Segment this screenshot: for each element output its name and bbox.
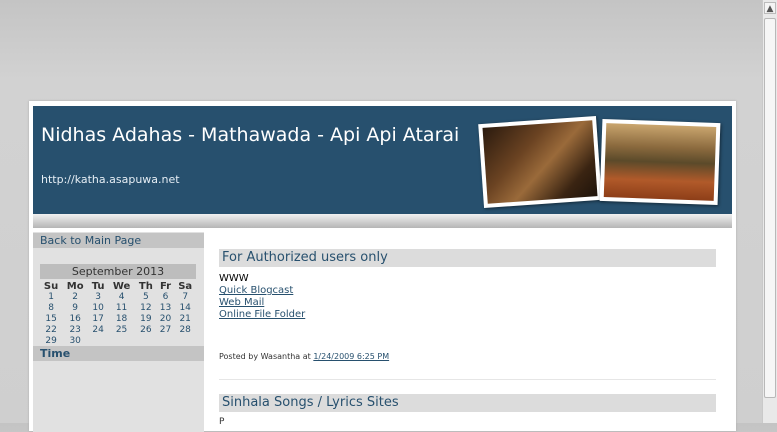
online-file-folder-link[interactable]: Online File Folder (219, 309, 305, 321)
calendar-day[interactable]: 27 (157, 325, 175, 336)
calendar-day[interactable]: 11 (108, 303, 135, 314)
calendar-day[interactable]: 28 (174, 325, 196, 336)
back-to-main-link[interactable]: Back to Main Page (33, 233, 204, 248)
calendar-week-row: 1234567 (40, 292, 196, 303)
scrollbar-thumb[interactable] (764, 18, 776, 398)
post-footer: Posted by Wasantha at 1/24/2009 6:25 PM (219, 352, 389, 361)
calendar-day[interactable]: 21 (174, 314, 196, 325)
calendar-weekday-row: Su Mo Tu We Th Fr Sa (40, 280, 196, 292)
calendar-day[interactable]: 12 (135, 303, 157, 314)
posted-by-text: Posted by Wasantha at (219, 352, 311, 361)
calendar-week-row: 15 16 17 18 19 20 21 (40, 314, 196, 325)
calendar-day[interactable]: 3 (88, 292, 108, 303)
header-divider-strip (33, 214, 732, 228)
post-timestamp-link[interactable]: 1/24/2009 6:25 PM (313, 352, 389, 361)
calendar-day[interactable]: 16 (62, 314, 88, 325)
calendar-weekday: Fr (159, 280, 172, 292)
blog-title: Nidhas Adahas - Mathawada - Api Api Atar… (41, 124, 460, 146)
calendar-day[interactable]: 17 (88, 314, 108, 325)
calendar-day[interactable]: 5 (135, 292, 157, 303)
calendar-week-row: 8 9 10 11 12 13 14 (40, 303, 196, 314)
web-mail-link[interactable]: Web Mail (219, 297, 305, 309)
post-title: For Authorized users only (219, 249, 716, 267)
header-photo-chair (599, 118, 721, 206)
calendar-weekday: Th (138, 280, 153, 292)
blog-page: Nidhas Adahas - Mathawada - Api Api Atar… (29, 101, 736, 432)
blog-header: Nidhas Adahas - Mathawada - Api Api Atar… (33, 106, 732, 214)
calendar-day[interactable]: 19 (135, 314, 157, 325)
calendar-day[interactable]: 7 (174, 292, 196, 303)
post-body-header: WWW (219, 273, 249, 284)
calendar-weekday: Mo (66, 280, 84, 292)
calendar-weekday: We (112, 280, 131, 292)
post-divider (219, 379, 716, 380)
calendar-day[interactable]: 25 (108, 325, 135, 336)
calendar-day[interactable]: 6 (157, 292, 175, 303)
header-photo-suitcase (478, 115, 602, 209)
time-heading: Time (33, 346, 204, 361)
calendar-grid: Su Mo Tu We Th Fr Sa 1 2 3 4 5 6 7 8 9 10 11 12 13 14 15 16 17… (40, 280, 196, 347)
sidebar: Back to Main Page September 2013 Su Mo Tu W… (33, 232, 204, 432)
calendar-day[interactable]: 4 (108, 292, 135, 303)
blog-url-link[interactable]: http://katha.asapuwa.net (41, 173, 180, 186)
calendar-weekday: Sa (178, 280, 193, 292)
calendar-day[interactable]: 10 (88, 303, 108, 314)
post-body: P (219, 417, 225, 427)
quick-blogcast-link[interactable]: Quick Blogcast (219, 285, 305, 297)
scroll-up-arrow-icon[interactable]: ▲ (764, 2, 776, 14)
calendar-day[interactable]: 8 (40, 303, 62, 314)
calendar-day[interactable]: 26 (135, 325, 157, 336)
calendar-day[interactable]: 1 (40, 292, 62, 303)
calendar-day[interactable]: 15 (40, 314, 62, 325)
calendar-weekday: Tu (91, 280, 105, 292)
calendar-day[interactable]: 18 (108, 314, 135, 325)
post-body: WWW Quick Blogcast Web Mail Online File … (219, 273, 305, 321)
calendar-day[interactable]: 9 (62, 303, 88, 314)
calendar-day[interactable]: 22 (40, 325, 62, 336)
calendar: September 2013 Su Mo Tu We Th Fr Sa 1234567891… (40, 264, 196, 347)
calendar-day[interactable]: 14 (174, 303, 196, 314)
post-title: Sinhala Songs / Lyrics Sites (219, 394, 716, 412)
calendar-day[interactable]: 23 (62, 325, 88, 336)
vertical-scrollbar[interactable]: ▲ (762, 0, 777, 423)
calendar-day[interactable]: 24 (88, 325, 108, 336)
calendar-day[interactable]: 2 (62, 292, 88, 303)
calendar-day[interactable]: 20 (157, 314, 175, 325)
calendar-week-row: 22 23 24 25 26 27 28 (40, 325, 196, 336)
calendar-weekday: Su (43, 280, 59, 292)
calendar-day[interactable]: 13 (157, 303, 175, 314)
calendar-month: September 2013 (40, 264, 196, 279)
